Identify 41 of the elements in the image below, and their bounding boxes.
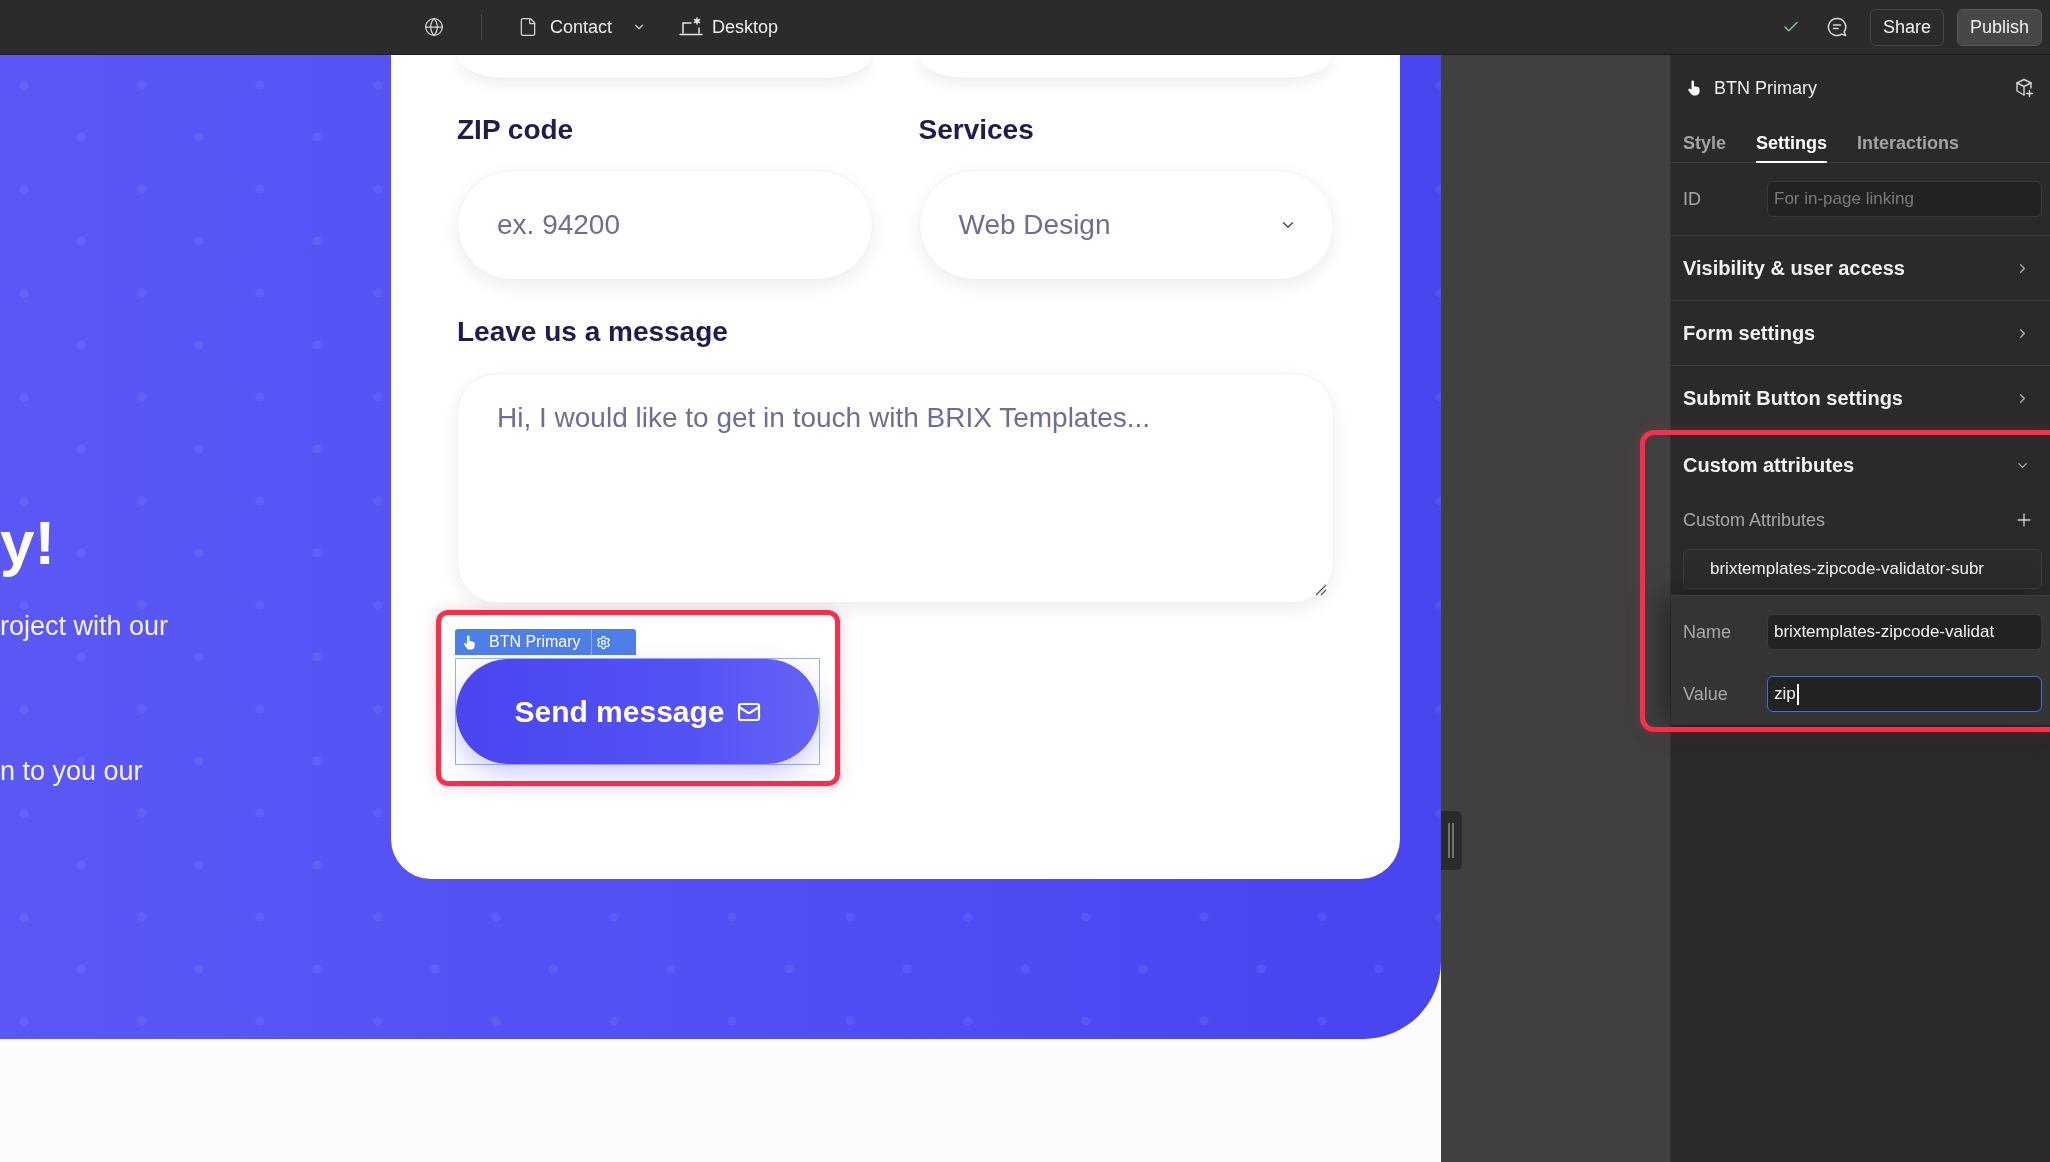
resize-grip-icon[interactable]	[1315, 584, 1327, 596]
settings-icon[interactable]	[595, 634, 611, 650]
section-header[interactable]: Custom attributes	[1671, 431, 2050, 499]
send-message-button[interactable]: Send message	[456, 659, 819, 764]
resize-handle[interactable]	[1441, 811, 1462, 870]
section-header[interactable]: Submit Button settings	[1671, 366, 2050, 431]
section-header[interactable]: Visibility & user access	[1671, 236, 2050, 301]
attributes-label: Custom Attributes	[1683, 509, 1826, 531]
attribute-item[interactable]: brixtemplates-zipcode-validator-subr	[1683, 549, 2042, 589]
section-header[interactable]: Form settings	[1671, 301, 2050, 366]
hero-text: n to you our	[0, 755, 143, 788]
tab[interactable]: Interactions	[1857, 111, 1960, 163]
page-selector[interactable]: Contact	[518, 16, 647, 38]
share-button[interactable]: Share	[1869, 8, 1944, 46]
tab[interactable]: Settings	[1756, 111, 1828, 163]
globe-icon[interactable]	[424, 17, 444, 37]
publish-button[interactable]: Publish	[1956, 8, 2042, 46]
hand-pointer-icon	[1686, 80, 1702, 96]
field-label: Name	[1683, 621, 1732, 643]
field-label: ID	[1683, 188, 1702, 210]
cube-plus-icon[interactable]	[2014, 78, 2034, 98]
page-icon	[518, 17, 538, 37]
message-field[interactable]: Hi, I would like to get in touch with BRIX Templates...	[457, 373, 1334, 603]
desktop-icon	[679, 17, 704, 37]
hero-text: roject with our	[0, 610, 169, 643]
field-label: Services	[918, 113, 1034, 147]
element-name: BTN Primary	[1714, 77, 1817, 99]
zip-code-field[interactable]: ex. 94200	[457, 170, 873, 280]
services-select[interactable]: Web Design	[918, 170, 1334, 280]
text-field[interactable]: brixtemplates-zipcode-validat	[1767, 614, 2042, 650]
field-label: Leave us a message	[457, 315, 728, 349]
field-label: Value	[1683, 683, 1729, 705]
comment-icon[interactable]	[1826, 17, 1847, 37]
text-field[interactable]: zip	[1767, 676, 2042, 712]
breakpoint-button[interactable]: Desktop	[679, 16, 779, 38]
id-field[interactable]: For in-page linking	[1767, 181, 2042, 217]
element-name: BTN Primary	[489, 633, 581, 651]
hero-heading: y!	[0, 507, 56, 579]
field-label: ZIP code	[457, 113, 574, 147]
tab[interactable]: Style	[1683, 111, 1727, 163]
hand-pointer-icon	[462, 634, 477, 650]
